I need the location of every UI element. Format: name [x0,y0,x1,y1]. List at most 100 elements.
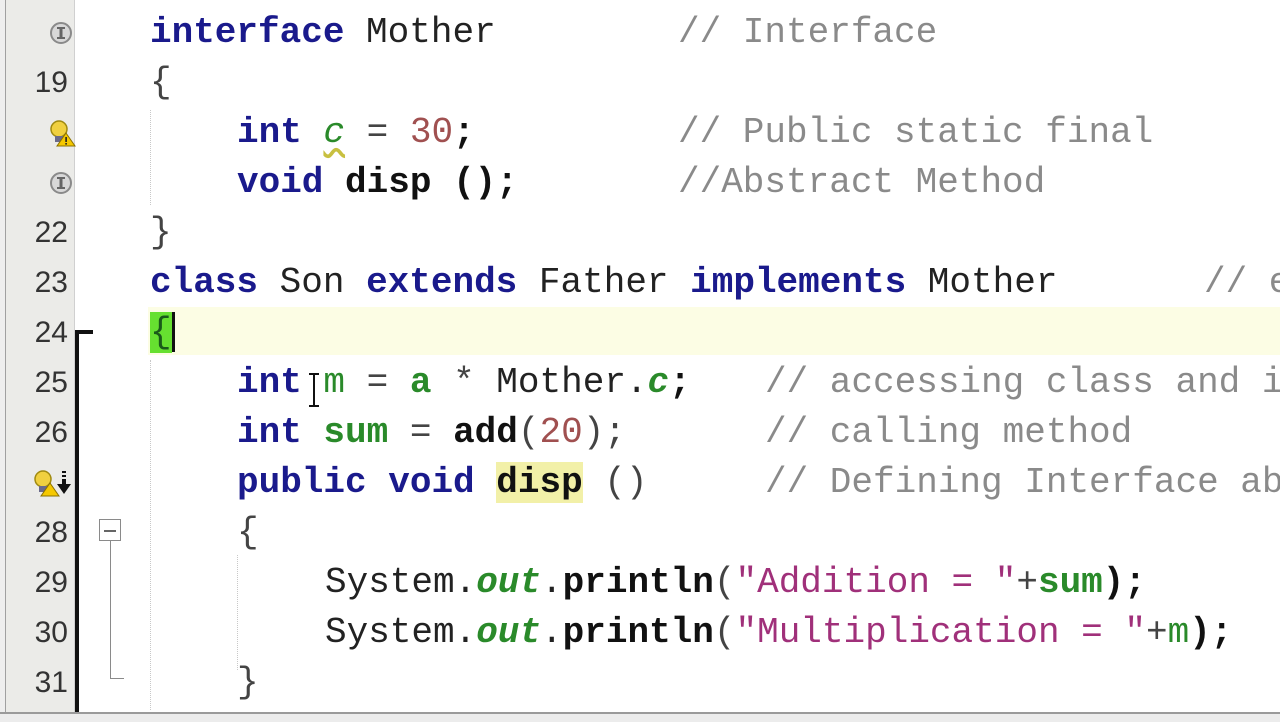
mouse-ibeam-cursor-icon [309,373,319,407]
paren: ); [1189,612,1233,653]
indent-guide [150,110,151,205]
code-line-28[interactable]: { [237,508,259,558]
comment: // Public static final [678,112,1154,153]
number-literal: 30 [409,112,454,153]
comment: // Defining Interface ab [765,462,1280,503]
comment: // e [1204,262,1280,303]
paren: ( [713,562,736,603]
code-line-30[interactable]: System.out.println("Multiplication = "+m… [325,608,1232,658]
comment: // calling method [765,412,1133,453]
comment: //Abstract Method [678,162,1046,203]
paren: ( [517,412,540,453]
parens: (); [453,162,518,203]
operator: + [1016,562,1038,603]
fold-collapse-button[interactable] [99,519,121,541]
method-call: add [453,412,518,453]
code-editor[interactable]: 19 22 23 24 25 26 28 29 30 31 interface … [0,0,1280,720]
indent-guide [150,360,151,710]
keyword: implements [690,262,907,303]
variable-name: m [323,362,346,403]
line-number: 26 [34,416,68,449]
operator: + [1145,612,1168,653]
comment: // Interface [678,12,938,53]
line-number: 23 [34,266,68,299]
keyword: int [237,112,302,153]
keyword: void [237,162,324,203]
line-number: 25 [34,366,68,399]
dot: . [541,612,563,653]
semicolon: ; [669,362,691,403]
line-number: 19 [34,66,68,99]
variable-ref: sum [1037,562,1103,603]
operator: * [453,362,475,403]
field-name: c [323,112,346,153]
keyword: interface [150,12,345,53]
code-line-26[interactable]: int sum = add(20); // calling method [237,408,1132,458]
warning-hint-override-icon[interactable] [32,469,74,497]
code-line-21[interactable]: void disp (); //Abstract Method [237,158,1045,208]
scope-bracket-line [75,330,79,714]
code-line-23[interactable]: class Son extends Father implements Moth… [150,258,1280,308]
line-number: 28 [34,516,68,549]
method-call: println [562,562,714,603]
line-number: 24 [34,316,68,349]
keyword: void [388,462,475,503]
matched-brace: { [150,312,172,353]
parens: () [604,462,648,503]
method-name-highlighted: disp [496,462,583,503]
line-number: 31 [34,666,68,699]
keyword: int [237,412,302,453]
method-call: println [562,612,714,653]
operator: = [366,112,389,153]
parent-class-name: Father [538,262,669,303]
string-literal: "Multiplication = " [735,612,1146,653]
implements-icon[interactable] [48,170,74,196]
fold-range-end [110,678,124,679]
code-line-31[interactable]: } [237,658,259,708]
number-literal: 20 [539,412,583,453]
code-line-24[interactable]: { [150,308,175,358]
warning-hint-icon[interactable] [48,119,76,147]
class-name: Son [279,262,345,303]
keyword: extends [366,262,518,303]
line-number: 29 [34,566,68,599]
semicolon: ; [453,112,475,153]
variable-ref: a [409,362,432,403]
code-line-18[interactable]: interface Mother // Interface [150,8,937,58]
paren: ); [582,412,626,453]
keyword: int [237,362,302,403]
brace: } [237,662,259,703]
keyword: class [150,262,259,303]
scope-bracket-start [75,330,93,334]
code-line-29[interactable]: System.out.println("Addition = "+sum); [325,558,1146,608]
current-line-highlight [148,307,1280,355]
line-number: 22 [34,216,68,249]
editor-bottom-border [0,712,1280,722]
variable-ref: m [1167,612,1190,653]
code-line-22[interactable]: } [150,208,172,258]
dot: . [541,562,563,603]
operator: = [366,362,389,403]
static-field: out [476,562,542,603]
brace: { [150,62,172,103]
code-line-20[interactable]: int c = 30; // Public static final [237,108,1153,158]
brace: } [150,212,172,253]
comment: // accessing class and i [765,362,1280,403]
code-line-27[interactable]: public void disp () // Defining Interface… [237,458,1280,508]
implements-icon[interactable] [48,20,74,46]
paren: ( [713,612,736,653]
operator: = [409,412,432,453]
interface-name: Mother [366,12,496,53]
code-line-19[interactable]: { [150,58,172,108]
class-ref: Mother. [496,362,648,403]
code-line-25[interactable]: int m = a * Mother.c; // accessing class … [237,358,1280,408]
brace: { [237,512,259,553]
field-ref: c [647,362,670,403]
line-number: 30 [34,616,68,649]
paren: ); [1102,562,1146,603]
fold-range-line [110,541,111,679]
string-literal: "Addition = " [735,562,1017,603]
indent-guide [237,555,238,670]
method-name: disp [345,162,432,203]
keyword: public [237,462,367,503]
